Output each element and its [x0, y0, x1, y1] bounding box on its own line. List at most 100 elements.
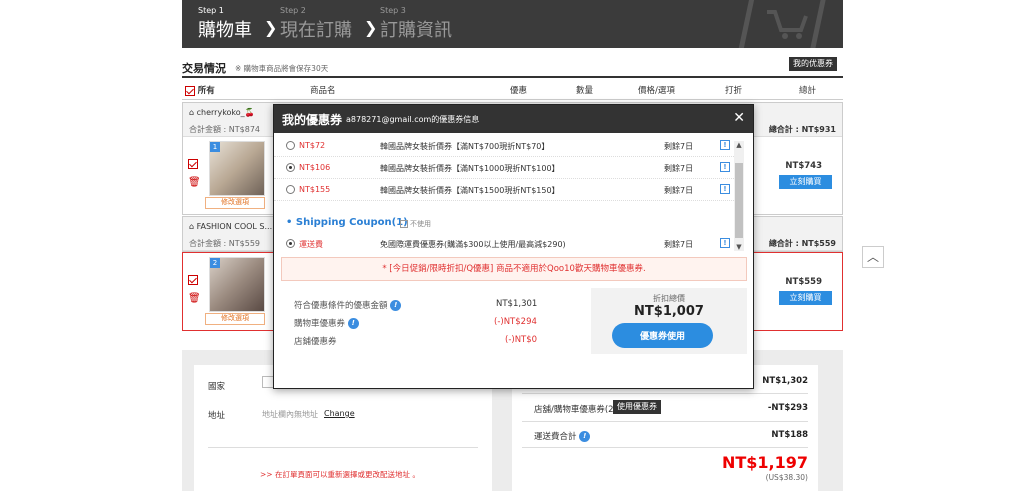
coupon-days-left: 剩餘7日 [664, 164, 694, 173]
coupon-radio[interactable] [286, 185, 295, 194]
step-number: Step 2 [280, 6, 306, 15]
checkbox-icon[interactable] [400, 220, 408, 228]
shipping-coupon-row[interactable]: 運送費 免國際運費優惠券(購滿$300以上使用/最高減$290) 剩餘7日 ! [274, 233, 736, 251]
select-all-label: 所有 [197, 86, 215, 96]
coupon-list-scrollbar[interactable]: ▲ ▼ [734, 141, 744, 251]
summary-subtotal-value: NT$1,302 [762, 376, 808, 386]
coupon-desc: 韓國品牌女裝折價券【滿NT$1500現折NT$150】 [380, 186, 560, 195]
shipping-total-value: NT$188 [771, 430, 808, 440]
step-name: 訂購資訊 [380, 20, 452, 41]
use-coupon-button[interactable]: 使用優惠券 [613, 400, 661, 414]
cart-coupon-text: 購物車優惠券 [294, 319, 346, 329]
chevron-up-icon[interactable]: ▲ [734, 141, 744, 149]
section-title: 交易情況 [182, 62, 226, 75]
coupon-row[interactable]: NT$155 韓國品牌女裝折價券【滿NT$1500現折NT$150】 剩餘7日 … [274, 179, 736, 201]
item-number-badge: 2 [210, 258, 220, 268]
product-thumbnail[interactable]: 1 [209, 141, 265, 196]
coupon-name: NT$72 [299, 141, 326, 150]
divider [182, 76, 843, 78]
coupon-desc: 免國際運費優惠券(購滿$300以上使用/最高減$290) [380, 240, 566, 249]
col-price-option: 價格/選項 [638, 86, 675, 96]
item-price: NT$559 [785, 277, 822, 287]
store-coupon-label: 店鋪優惠券 [294, 337, 337, 347]
cart-retention-note: ※ 購物車商品將會保存30天 [235, 64, 329, 73]
item-price: NT$743 [785, 161, 822, 171]
seller-name[interactable]: ⌂ cherrykoko_🍒 [189, 108, 255, 117]
col-total: 總計 [799, 86, 817, 96]
checkbox-icon[interactable] [185, 85, 195, 96]
info-icon[interactable]: ! [720, 162, 730, 172]
step-name: 現在訂購 [280, 20, 352, 41]
divider [522, 421, 808, 422]
step-number: Step 3 [380, 6, 406, 15]
store-coupon-value: (-)NT$0 [505, 335, 538, 345]
select-all[interactable]: 所有 [185, 84, 215, 96]
modal-title: 我的優惠券 [282, 113, 343, 127]
shipping-coupon-title-text: Shipping Coupon(1) [295, 217, 408, 228]
store-cart-coupon-label: 店舖/購物車優惠券(2) [534, 405, 617, 415]
seller-name[interactable]: ⌂ FASHION COOL S... [189, 222, 272, 231]
step-name: 購物車 [198, 20, 252, 41]
divider [522, 393, 808, 394]
info-icon[interactable]: ! [579, 431, 591, 442]
col-benefit: 優惠 [510, 86, 528, 96]
chevron-right-icon: ❯ [364, 18, 378, 37]
coupon-modal: 我的優惠券 a878271@gmail.com的優惠券信息 ✕ NT$72 韓國… [273, 104, 754, 389]
info-icon[interactable]: ! [347, 318, 359, 329]
trash-icon[interactable]: 🗑 [188, 177, 201, 188]
coupon-days-left: 剩餘7日 [664, 186, 694, 195]
shipping-no-use-toggle[interactable]: 不使用 [400, 219, 431, 229]
change-address-link[interactable]: Change [324, 409, 355, 418]
coupon-name: NT$155 [299, 185, 331, 194]
checkout-steps: Step 1 購物車 ❯ Step 2 現在訂購 ❯ Step 3 訂購資訊 [182, 0, 843, 48]
discount-total-value: NT$1,007 [634, 304, 704, 319]
info-icon[interactable]: ! [720, 238, 730, 248]
coupon-days-left: 剩餘7日 [664, 142, 694, 151]
seller-total: 總合計 : NT$559 [768, 239, 836, 248]
grand-total: NT$1,197 [721, 453, 808, 472]
item-checkbox[interactable] [188, 159, 198, 169]
apply-coupon-button[interactable]: 優惠券使用 [612, 323, 713, 348]
item-number-badge: 1 [210, 142, 220, 152]
coupon-desc: 韓國品牌女裝折價券【滿NT$700現折NT$70】 [380, 142, 550, 151]
buy-now-button[interactable]: 立刻購買 [779, 175, 832, 189]
info-icon[interactable]: ! [390, 300, 402, 311]
coupon-radio-selected[interactable] [286, 239, 295, 248]
coupon-radio-selected[interactable] [286, 163, 295, 172]
table-header: 所有 商品名 優惠 數量 價格/選項 打折 總計 [182, 80, 843, 100]
step-number: Step 1 [198, 6, 224, 15]
grand-total-usd: (US$38.30) [765, 473, 808, 482]
scrollbar-thumb[interactable] [735, 163, 743, 238]
eligible-amount-value: NT$1,301 [496, 299, 538, 309]
modal-email: a878271@gmail.com的優惠券信息 [346, 115, 480, 124]
info-icon[interactable]: ! [720, 140, 730, 150]
info-icon[interactable]: ! [720, 184, 730, 194]
seller-name-text: FASHION COOL S... [196, 222, 273, 231]
col-discount: 打折 [725, 86, 743, 96]
cart-coupon-value: (-)NT$294 [494, 317, 537, 327]
scroll-to-top-button[interactable]: ︿ [862, 246, 884, 268]
coupon-name: NT$106 [299, 163, 331, 172]
edit-option-button[interactable]: 修改選項 [205, 197, 265, 209]
item-checkbox[interactable] [188, 275, 198, 285]
address-placeholder: 地址欄內無地址 [262, 410, 318, 419]
close-icon[interactable]: ✕ [733, 109, 745, 126]
my-coupon-button[interactable]: 我的优惠券 [789, 57, 837, 71]
edit-option-button[interactable]: 修改選項 [205, 313, 265, 325]
seller-total: 總合計 : NT$931 [768, 125, 836, 134]
shipping-coupon-title: • Shipping Coupon(1) [286, 217, 408, 228]
address-notice: >> 在訂單頁面可以重新選擇或更改配送地址 。 [260, 470, 420, 479]
step-info: Step 3 訂購資訊 [380, 6, 452, 42]
coupon-days-left: 剩餘7日 [664, 240, 694, 249]
coupon-row[interactable]: NT$106 韓國品牌女裝折價券【滿NT$1000現折NT$100】 剩餘7日 … [274, 157, 736, 179]
buy-now-button[interactable]: 立刻購買 [779, 291, 832, 305]
coupon-radio[interactable] [286, 141, 295, 150]
step-cart: Step 1 購物車 [198, 6, 252, 42]
trash-icon[interactable]: 🗑 [188, 293, 201, 304]
seller-subtotal: 合計金額 : NT$874 [189, 125, 261, 134]
coupon-row[interactable]: NT$72 韓國品牌女裝折價券【滿NT$700現折NT$70】 剩餘7日 ! [274, 135, 736, 157]
coupon-desc: 韓國品牌女裝折價券【滿NT$1000現折NT$100】 [380, 164, 560, 173]
product-thumbnail[interactable]: 2 [209, 257, 265, 312]
eligible-amount-text: 符合優惠條件的優惠金額 [294, 301, 388, 311]
chevron-down-icon[interactable]: ▼ [734, 243, 744, 251]
